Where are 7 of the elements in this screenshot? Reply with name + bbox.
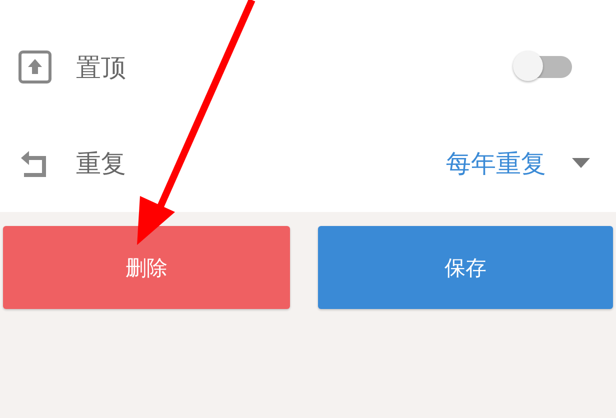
repeat-dropdown[interactable]: 每年重复	[446, 146, 546, 180]
setting-label: 置顶	[76, 52, 127, 84]
setting-label: 重复	[76, 148, 127, 180]
caret-icon[interactable]	[572, 158, 590, 168]
delete-button[interactable]: 删除	[3, 226, 290, 309]
save-button[interactable]: 保存	[318, 226, 613, 309]
pin-top-icon	[18, 50, 52, 84]
